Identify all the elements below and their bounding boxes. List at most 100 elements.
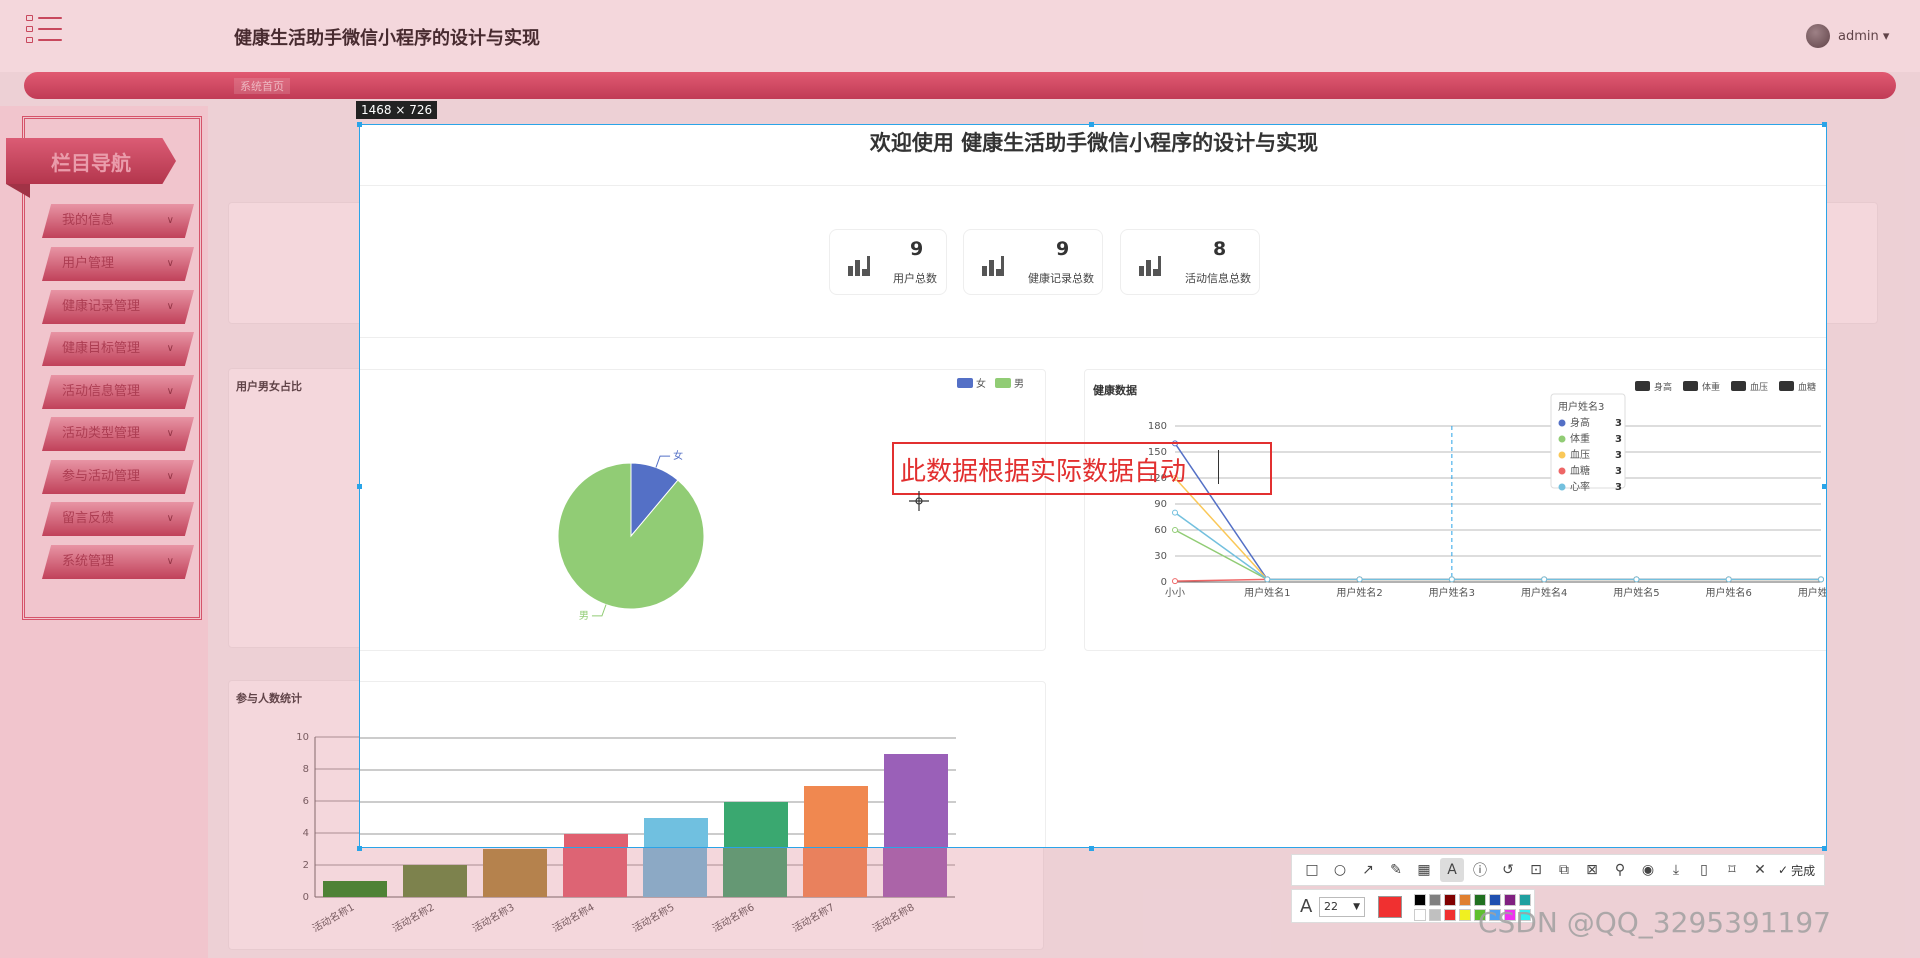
bar-chart-icon	[982, 254, 1006, 276]
x-tick-label: 用户姓名4	[1521, 586, 1567, 599]
legend-label: 女	[976, 377, 986, 390]
divider	[360, 337, 1826, 338]
crosshair-cursor-icon	[909, 491, 929, 511]
color-swatch[interactable]	[1489, 894, 1501, 906]
stat-value: 9	[1056, 238, 1070, 260]
color-swatch[interactable]	[1429, 894, 1441, 906]
bar	[804, 786, 868, 847]
resize-handle[interactable]	[1089, 122, 1094, 127]
pie-label: 女	[673, 449, 683, 462]
color-swatch[interactable]	[1444, 909, 1456, 921]
mosaic-tool-icon[interactable]: ▦	[1412, 858, 1436, 882]
tooltip-title: 用户姓名3	[1558, 400, 1604, 413]
bar-chart-icon	[848, 254, 872, 276]
legend-label: 血糖	[1798, 381, 1816, 393]
phone-icon[interactable]: ▯	[1692, 858, 1716, 882]
resize-handle[interactable]	[1822, 846, 1827, 851]
serial-number-tool-icon[interactable]: ⓘ	[1468, 858, 1492, 882]
resize-handle[interactable]	[357, 484, 362, 489]
annotation-text[interactable]: 此数据根据实际数据自动	[900, 451, 1186, 488]
x-tick-label: 用户姓名3	[1429, 586, 1475, 599]
resize-handle[interactable]	[357, 846, 362, 851]
pie-slice	[557, 462, 705, 610]
pie-label-line	[591, 604, 607, 617]
color-swatch[interactable]	[1429, 909, 1441, 921]
tooltip-value: 3	[1615, 450, 1622, 461]
check-icon: ✓	[1778, 863, 1789, 877]
color-swatch[interactable]	[1414, 909, 1426, 921]
stat-value: 8	[1213, 238, 1227, 260]
color-swatch[interactable]	[1414, 894, 1426, 906]
divider	[360, 185, 1826, 186]
close-icon[interactable]: ✕	[1748, 858, 1772, 882]
done-label: 完成	[1791, 863, 1816, 878]
legend-label: 体重	[1702, 381, 1720, 393]
health-line-chart: 0306090120150180小小 用户姓名1 用户姓名2 用户姓名3 用户姓名4 用户…	[1148, 381, 1826, 599]
gender-pie-panel: 女男女男	[360, 369, 1046, 651]
welcome-title: 欢迎使用 健康生活助手微信小程序的设计与实现	[869, 131, 1319, 155]
tooltip-series-name: 血糖	[1570, 464, 1590, 477]
resize-handle[interactable]	[357, 122, 362, 127]
color-swatch[interactable]	[1519, 894, 1531, 906]
font-icon: A	[1300, 896, 1313, 917]
capture-region[interactable]: 欢迎使用 健康生活助手微信小程序的设计与实现 9 用户总数 9 健康记录总数 8…	[359, 124, 1827, 848]
tooltip-value: 3	[1615, 482, 1622, 493]
pin-tool-icon[interactable]: ⊡	[1524, 858, 1548, 882]
rectangle-tool-icon[interactable]: □	[1300, 858, 1324, 882]
legend-label: 血压	[1750, 381, 1768, 393]
tooltip-marker	[1558, 467, 1566, 475]
arrow-tool-icon[interactable]: ↗	[1356, 858, 1380, 882]
bar	[724, 802, 788, 847]
color-swatch[interactable]	[1459, 909, 1471, 921]
resize-handle[interactable]	[1822, 122, 1827, 127]
font-size-value: 22	[1324, 900, 1338, 913]
record-icon[interactable]: ◉	[1636, 858, 1660, 882]
done-button[interactable]: ✓ 完成	[1778, 862, 1815, 879]
download-icon[interactable]: ⤓	[1664, 858, 1688, 882]
pen-tool-icon[interactable]: ✎	[1384, 858, 1408, 882]
screenshot-toolbar: □ ○ ↗ ✎ ▦ A ⓘ ↺ ⊡ ⧉ ⊠ ⚲ ◉ ⤓ ▯ ⌑ ✕ ✓ 完成	[1291, 854, 1825, 886]
y-tick-label: 90	[1154, 499, 1167, 510]
y-tick-label: 30	[1154, 551, 1167, 562]
legend-swatch	[1731, 381, 1746, 391]
data-point	[1172, 578, 1178, 585]
legend-swatch	[1635, 381, 1650, 391]
chevron-down-icon: ▼	[1353, 902, 1360, 912]
x-tick-label: 用户姓名6	[1706, 586, 1752, 599]
ocr-tool-icon[interactable]: ⊠	[1580, 858, 1604, 882]
color-swatch[interactable]	[1474, 894, 1486, 906]
translate-tool-icon[interactable]: ⧉	[1552, 858, 1576, 882]
tooltip-value: 3	[1615, 466, 1622, 477]
resize-handle[interactable]	[1822, 484, 1827, 489]
resize-handle[interactable]	[1089, 846, 1094, 851]
data-point	[1818, 576, 1824, 583]
bookmark-icon[interactable]: ⌑	[1720, 858, 1744, 882]
tooltip-series-name: 血压	[1570, 448, 1590, 461]
color-swatch[interactable]	[1459, 894, 1471, 906]
data-point	[1448, 576, 1455, 583]
participation-bar-chart-inside	[360, 737, 956, 847]
undo-icon[interactable]: ↺	[1496, 858, 1520, 882]
pin-icon[interactable]: ⚲	[1608, 858, 1632, 882]
stat-card-health-records: 9 健康记录总数	[963, 229, 1103, 295]
color-swatch[interactable]	[1504, 894, 1516, 906]
font-size-select[interactable]: 22 ▼	[1319, 897, 1365, 917]
x-tick-label: 用户姓名2	[1336, 586, 1382, 599]
bar	[644, 818, 708, 847]
current-color-swatch[interactable]	[1378, 896, 1402, 918]
tooltip-series-name: 身高	[1570, 416, 1590, 429]
tooltip-value: 3	[1615, 434, 1622, 445]
text-tool-icon[interactable]: A	[1440, 858, 1464, 882]
y-tick-label: 0	[1161, 577, 1167, 588]
health-line-panel: 健康数据 0 30 60 90 120 150 180 小小 用户姓名1 用户姓名2 用户姓名3 用户…	[1084, 369, 1826, 651]
bar	[564, 834, 628, 847]
color-swatch[interactable]	[1444, 894, 1456, 906]
ellipse-tool-icon[interactable]: ○	[1328, 858, 1352, 882]
stat-label: 活动信息总数	[1185, 272, 1251, 285]
data-point	[1172, 527, 1178, 533]
tooltip-marker	[1558, 451, 1566, 459]
capture-size-label: 1468 × 726	[356, 101, 438, 119]
bar	[884, 754, 948, 847]
x-tick-label: 用户姓名5	[1613, 586, 1659, 599]
tooltip-value: 3	[1615, 418, 1622, 429]
